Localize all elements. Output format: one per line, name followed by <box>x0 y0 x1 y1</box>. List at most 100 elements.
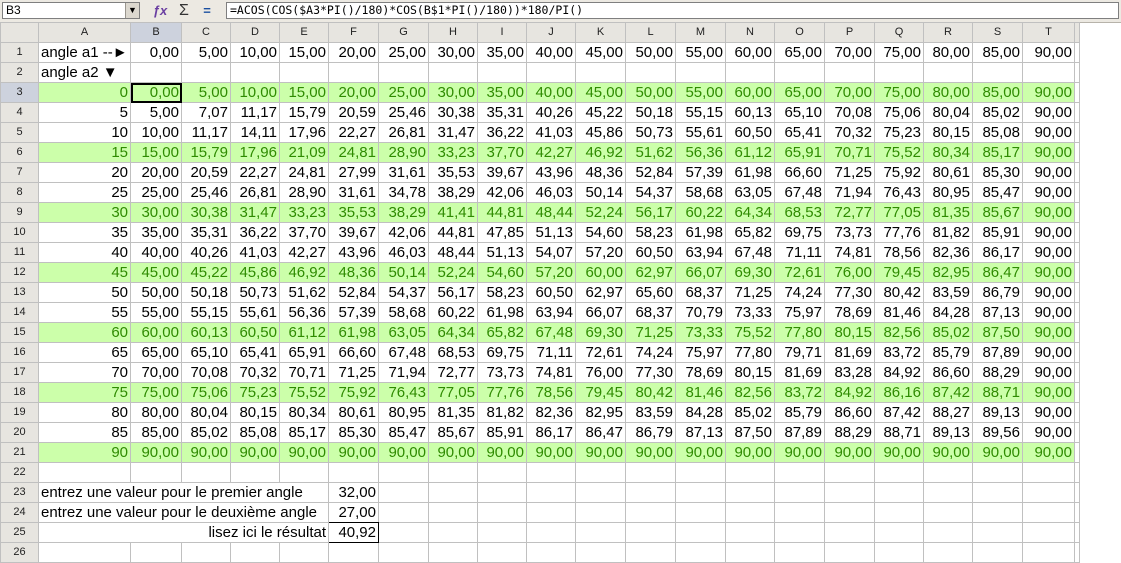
cell[interactable]: 86,79 <box>625 422 676 443</box>
cell[interactable]: 46,92 <box>279 262 329 283</box>
cell[interactable] <box>575 522 626 543</box>
cell[interactable]: 34,78 <box>378 182 429 203</box>
cell[interactable]: 20,00 <box>328 82 379 103</box>
cell[interactable]: 10,00 <box>230 82 280 103</box>
cell[interactable]: 63,94 <box>675 242 726 263</box>
cell-angle-a2[interactable]: 25 <box>38 182 131 203</box>
cell[interactable]: 77,76 <box>477 382 527 403</box>
cell[interactable]: 37,70 <box>477 142 527 163</box>
cell[interactable] <box>1074 202 1080 223</box>
cell[interactable]: 60,00 <box>130 322 182 343</box>
row-header-11[interactable]: 11 <box>0 242 39 263</box>
cell[interactable]: 41,03 <box>230 242 280 263</box>
cell[interactable] <box>675 482 726 503</box>
cell[interactable]: 87,42 <box>874 402 924 423</box>
column-header-q[interactable]: Q <box>874 22 924 43</box>
cell[interactable]: 67,48 <box>526 322 576 343</box>
cell[interactable]: 78,56 <box>874 242 924 263</box>
cell[interactable]: 75,06 <box>874 102 924 123</box>
cell[interactable]: 48,36 <box>575 162 626 183</box>
cell[interactable]: 88,29 <box>972 362 1023 383</box>
cell[interactable]: 76,00 <box>575 362 626 383</box>
row-header-14[interactable]: 14 <box>0 302 39 323</box>
cell[interactable]: 39,67 <box>328 222 379 243</box>
cell[interactable]: 43,96 <box>526 162 576 183</box>
row-header-3[interactable]: 3 <box>0 82 39 103</box>
cell[interactable]: 62,97 <box>625 262 676 283</box>
cell[interactable]: 45,00 <box>575 82 626 103</box>
cell[interactable]: 85,00 <box>972 82 1023 103</box>
cell[interactable]: 86,60 <box>824 402 875 423</box>
cell[interactable]: 90,00 <box>1022 182 1075 203</box>
cell[interactable] <box>774 62 825 83</box>
angle-input-value[interactable]: 27,00 <box>328 502 379 523</box>
cell[interactable] <box>824 62 875 83</box>
active-cell[interactable]: 0,00 <box>130 82 182 103</box>
cell[interactable]: 87,89 <box>774 422 825 443</box>
cell[interactable]: 31,61 <box>378 162 429 183</box>
cell[interactable]: 67,48 <box>774 182 825 203</box>
cell[interactable] <box>279 62 329 83</box>
cell[interactable]: 82,36 <box>526 402 576 423</box>
cell[interactable]: 60,50 <box>230 322 280 343</box>
cell[interactable]: 71,94 <box>378 362 429 383</box>
column-header-o[interactable]: O <box>774 22 825 43</box>
cell[interactable]: 48,44 <box>428 242 478 263</box>
cell[interactable]: 60,00 <box>725 42 775 63</box>
cell[interactable]: 30,00 <box>428 42 478 63</box>
column-header-f[interactable]: F <box>328 22 379 43</box>
cell[interactable]: 70,71 <box>824 142 875 163</box>
formula-input[interactable]: =ACOS(COS($A3*PI()/180)*COS(B$1*PI()/180… <box>226 2 1119 19</box>
column-header-c[interactable]: C <box>181 22 231 43</box>
cell[interactable]: 74,24 <box>625 342 676 363</box>
cell[interactable]: 75,97 <box>774 302 825 323</box>
column-header-p[interactable]: P <box>824 22 875 43</box>
cell[interactable] <box>38 462 131 483</box>
cell[interactable]: 71,94 <box>824 182 875 203</box>
cell[interactable]: 11,17 <box>181 122 231 143</box>
cell[interactable]: 90,00 <box>923 442 973 463</box>
cell[interactable]: 69,30 <box>575 322 626 343</box>
cell[interactable]: 51,62 <box>279 282 329 303</box>
column-header-m[interactable]: M <box>675 22 726 43</box>
cell[interactable]: 82,36 <box>923 242 973 263</box>
column-header-i[interactable]: I <box>477 22 527 43</box>
cell[interactable]: 68,37 <box>625 302 676 323</box>
cell[interactable]: 87,89 <box>972 342 1023 363</box>
cell[interactable]: 78,56 <box>526 382 576 403</box>
cell[interactable]: 85,67 <box>428 422 478 443</box>
cell[interactable]: 81,35 <box>923 202 973 223</box>
cell[interactable]: 65,91 <box>279 342 329 363</box>
row-header-21[interactable]: 21 <box>0 442 39 463</box>
cell[interactable]: 80,00 <box>130 402 182 423</box>
cell[interactable] <box>181 462 231 483</box>
cell-angle-a2[interactable]: 75 <box>38 382 131 403</box>
function-wizard-icon[interactable]: ƒx <box>150 2 170 20</box>
column-header-d[interactable]: D <box>230 22 280 43</box>
cell[interactable]: 67,48 <box>378 342 429 363</box>
cell[interactable]: 30,38 <box>181 202 231 223</box>
cell[interactable]: 80,04 <box>181 402 231 423</box>
cell[interactable]: 65,10 <box>181 342 231 363</box>
cell[interactable]: 50,73 <box>230 282 280 303</box>
cell[interactable]: 65,00 <box>774 42 825 63</box>
row-header-25[interactable]: 25 <box>0 522 39 543</box>
cell[interactable] <box>625 462 676 483</box>
cell[interactable]: 38,29 <box>428 182 478 203</box>
cell[interactable]: 85,79 <box>774 402 825 423</box>
cell[interactable]: 45,00 <box>130 262 182 283</box>
cell[interactable]: 40,00 <box>130 242 182 263</box>
cell[interactable] <box>923 462 973 483</box>
cell[interactable] <box>1074 142 1080 163</box>
cell[interactable]: 80,34 <box>923 142 973 163</box>
cell[interactable] <box>675 62 726 83</box>
cell[interactable]: 60,50 <box>625 242 676 263</box>
cell[interactable] <box>725 462 775 483</box>
cell[interactable]: 79,45 <box>874 262 924 283</box>
cell[interactable]: 85,00 <box>130 422 182 443</box>
cell[interactable]: 75,00 <box>874 42 924 63</box>
cell[interactable] <box>774 502 825 523</box>
cell[interactable]: 90,00 <box>1022 282 1075 303</box>
cell[interactable]: 20,00 <box>130 162 182 183</box>
cell[interactable] <box>378 462 429 483</box>
